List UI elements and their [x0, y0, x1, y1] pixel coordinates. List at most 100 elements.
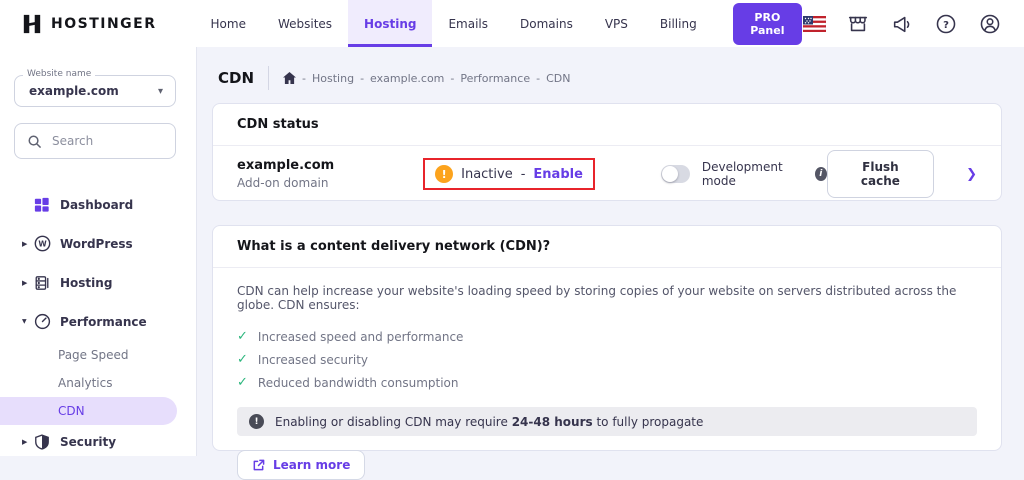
home-icon[interactable] [283, 72, 296, 84]
nav-item-vps[interactable]: VPS [589, 0, 644, 47]
learn-more-label: Learn more [273, 458, 350, 472]
hostinger-h-icon [22, 14, 42, 34]
status-annotation-box: ! Inactive - Enable [423, 158, 595, 190]
learn-more-button[interactable]: Learn more [237, 450, 365, 480]
nav-item-billing[interactable]: Billing [644, 0, 713, 47]
status-separator: - [521, 167, 526, 182]
server-icon [33, 274, 51, 292]
domain-name: example.com [237, 158, 423, 173]
info-icon[interactable]: i [815, 167, 827, 181]
check-icon: ✓ [237, 375, 248, 390]
cdn-info-card-title: What is a content delivery network (CDN)… [213, 226, 1001, 268]
hostinger-logo[interactable]: HOSTINGER [22, 14, 157, 34]
sidebar-item-dashboard[interactable]: Dashboard [0, 185, 196, 224]
sidebar-item-label: Dashboard [60, 198, 133, 212]
svg-text:?: ? [943, 19, 949, 30]
sidebar-item-wordpress[interactable]: ▶ W WordPress [0, 224, 196, 263]
help-icon[interactable]: ? [934, 12, 958, 36]
notice-prefix: Enabling or disabling CDN may require [275, 415, 512, 429]
triangle-down-icon: ▼ [22, 318, 33, 325]
sidebar-item-analytics[interactable]: Analytics [0, 369, 196, 397]
website-selector-label: Website name [23, 69, 95, 79]
sidebar: Website name example.com ▾ Dashboard ▶ [0, 47, 197, 456]
notice-text: Enabling or disabling CDN may require 24… [275, 415, 703, 429]
cdn-status-card-title: CDN status [213, 104, 1001, 146]
page-title: CDN [218, 69, 254, 87]
page-header: CDN - Hosting - example.com - Performanc… [218, 66, 570, 90]
nav-item-emails[interactable]: Emails [432, 0, 504, 47]
triangle-right-icon: ▶ [22, 240, 33, 248]
top-navbar: HOSTINGER Home Websites Hosting Emails D… [0, 0, 1024, 47]
breadcrumb-item-hosting[interactable]: Hosting [312, 72, 354, 85]
nav-item-websites[interactable]: Websites [262, 0, 348, 47]
nav-item-domains[interactable]: Domains [504, 0, 589, 47]
enable-link[interactable]: Enable [533, 167, 583, 182]
svg-text:W: W [38, 239, 47, 248]
nav-item-hosting[interactable]: Hosting [348, 0, 432, 47]
benefit-list: ✓ Increased speed and performance ✓ Incr… [237, 325, 977, 394]
propagation-notice: ! Enabling or disabling CDN may require … [237, 407, 977, 436]
sidebar-item-label: Hosting [60, 276, 112, 290]
domain-type: Add-on domain [237, 176, 423, 190]
triangle-right-icon: ▶ [22, 279, 33, 287]
website-selector-value: example.com [27, 84, 119, 98]
list-item: ✓ Reduced bandwidth consumption [237, 371, 977, 394]
search-input[interactable] [52, 134, 152, 148]
cdn-info-card: What is a content delivery network (CDN)… [212, 225, 1002, 451]
account-icon[interactable] [978, 12, 1002, 36]
sidebar-item-hosting[interactable]: ▶ Hosting [0, 263, 196, 302]
speedometer-icon [33, 313, 51, 331]
check-icon: ✓ [237, 352, 248, 367]
search-icon [27, 134, 42, 149]
sidebar-item-performance[interactable]: ▼ Performance [0, 302, 196, 341]
caret-down-icon: ▾ [158, 86, 163, 97]
development-mode-label: Development mode [702, 160, 803, 188]
sidebar-item-page-speed[interactable]: Page Speed [0, 341, 196, 369]
sidebar-item-label: Performance [60, 315, 147, 329]
flush-cache-button[interactable]: Flush cache [827, 150, 934, 198]
benefit-text: Reduced bandwidth consumption [258, 376, 459, 390]
storefront-icon[interactable] [846, 12, 870, 36]
dashboard-icon [33, 196, 51, 214]
sidebar-item-security[interactable]: ▶ Security [0, 425, 196, 459]
check-icon: ✓ [237, 329, 248, 344]
sidebar-item-label: WordPress [60, 237, 133, 251]
benefit-text: Increased speed and performance [258, 330, 464, 344]
sidebar-search [14, 123, 176, 159]
warning-icon: ! [435, 165, 453, 183]
nav-item-home[interactable]: Home [195, 0, 262, 47]
shield-icon [33, 433, 51, 451]
wordpress-icon: W [33, 235, 51, 253]
header-divider [268, 66, 269, 90]
breadcrumb-item-domain[interactable]: example.com [370, 72, 444, 85]
toggle-knob [662, 166, 678, 182]
language-flag-icon[interactable] [802, 12, 826, 36]
sidebar-item-cdn[interactable]: CDN [0, 397, 177, 425]
benefit-text: Increased security [258, 353, 368, 367]
triangle-right-icon: ▶ [22, 438, 33, 446]
external-link-icon [252, 459, 265, 472]
breadcrumb: - Hosting - example.com - Performance - … [283, 72, 570, 85]
breadcrumb-separator: - [360, 72, 364, 85]
navbar-actions: ? [802, 12, 1002, 36]
sidebar-item-label: Security [60, 435, 116, 449]
cdn-info-body: CDN can help increase your website's loa… [213, 268, 1001, 480]
development-mode-toggle[interactable] [661, 165, 690, 183]
notice-suffix: to fully propagate [593, 415, 704, 429]
pro-panel-button[interactable]: PRO Panel [733, 3, 802, 45]
alert-icon: ! [249, 414, 264, 429]
status-label: Inactive [461, 167, 513, 182]
breadcrumb-separator: - [536, 72, 540, 85]
chevron-right-icon[interactable]: ❯ [966, 167, 977, 182]
megaphone-icon[interactable] [890, 12, 914, 36]
breadcrumb-item-cdn: CDN [546, 72, 570, 85]
website-selector[interactable]: Website name example.com ▾ [14, 75, 176, 107]
breadcrumb-item-performance[interactable]: Performance [460, 72, 530, 85]
notice-highlight: 24-48 hours [512, 415, 593, 429]
list-item: ✓ Increased speed and performance [237, 325, 977, 348]
breadcrumb-separator: - [302, 72, 306, 85]
primary-nav: Home Websites Hosting Emails Domains VPS… [195, 0, 713, 47]
list-item: ✓ Increased security [237, 348, 977, 371]
domain-block: example.com Add-on domain [237, 158, 423, 190]
brand-name: HOSTINGER [51, 16, 157, 32]
